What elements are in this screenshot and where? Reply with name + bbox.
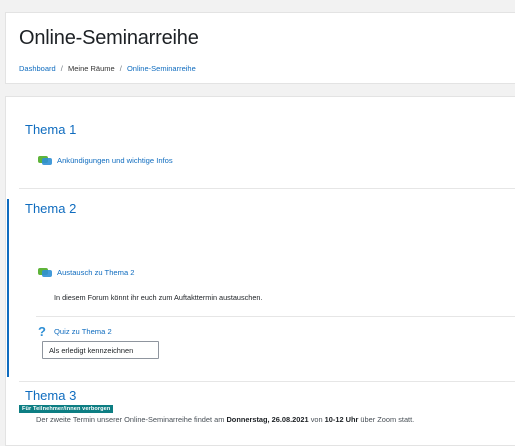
mark-as-done-button[interactable]: Als erledigt kennzeichnen xyxy=(42,341,159,359)
section-summary: Der zweite Termin unserer Online-Seminar… xyxy=(36,415,414,424)
activity-description: In diesem Forum könnt ihr euch zum Aufta… xyxy=(54,293,263,302)
page-title: Online-Seminarreihe xyxy=(19,27,199,49)
activity-link[interactable]: Ankündigungen und wichtige Infos xyxy=(57,156,173,165)
section-divider xyxy=(19,381,515,382)
summary-text: Der zweite Termin unserer Online-Seminar… xyxy=(36,415,227,424)
forum-icon xyxy=(38,155,52,166)
summary-text: von xyxy=(308,415,325,424)
breadcrumb-my-rooms: Meine Räume xyxy=(67,64,115,73)
quiz-icon: ? xyxy=(38,324,46,339)
page-header: Online-Seminarreihe Dashboard / Meine Rä… xyxy=(5,12,515,84)
summary-text: über Zoom statt. xyxy=(358,415,415,424)
breadcrumb-separator: / xyxy=(60,64,63,73)
activity-divider xyxy=(36,316,515,317)
breadcrumb: Dashboard / Meine Räume / Online-Seminar… xyxy=(19,64,196,73)
summary-date: Donnerstag, 26.08.2021 xyxy=(226,415,309,424)
breadcrumb-dashboard[interactable]: Dashboard xyxy=(19,64,56,73)
section-title-thema-1[interactable]: Thema 1 xyxy=(25,122,76,137)
current-section-highlight xyxy=(7,199,9,377)
breadcrumb-separator: / xyxy=(119,64,122,73)
hidden-from-students-badge: Für Teilnehmer/innen verborgen xyxy=(19,405,114,413)
summary-time: 10-12 Uhr xyxy=(324,415,359,424)
activity-forum-announcements[interactable]: Ankündigungen und wichtige Infos xyxy=(38,155,173,166)
activity-forum-discussion[interactable]: Austausch zu Thema 2 xyxy=(38,267,135,278)
section-title-thema-2[interactable]: Thema 2 xyxy=(25,201,76,216)
section-divider xyxy=(19,188,515,189)
breadcrumb-current-course[interactable]: Online-Seminarreihe xyxy=(127,64,196,73)
activity-quiz[interactable]: ? Quiz zu Thema 2 xyxy=(38,325,112,338)
activity-link[interactable]: Quiz zu Thema 2 xyxy=(54,327,112,336)
forum-icon xyxy=(38,267,52,278)
course-content: Thema 1 Ankündigungen und wichtige Infos… xyxy=(5,96,515,446)
section-title-thema-3[interactable]: Thema 3 xyxy=(25,388,76,403)
activity-link[interactable]: Austausch zu Thema 2 xyxy=(57,268,135,277)
